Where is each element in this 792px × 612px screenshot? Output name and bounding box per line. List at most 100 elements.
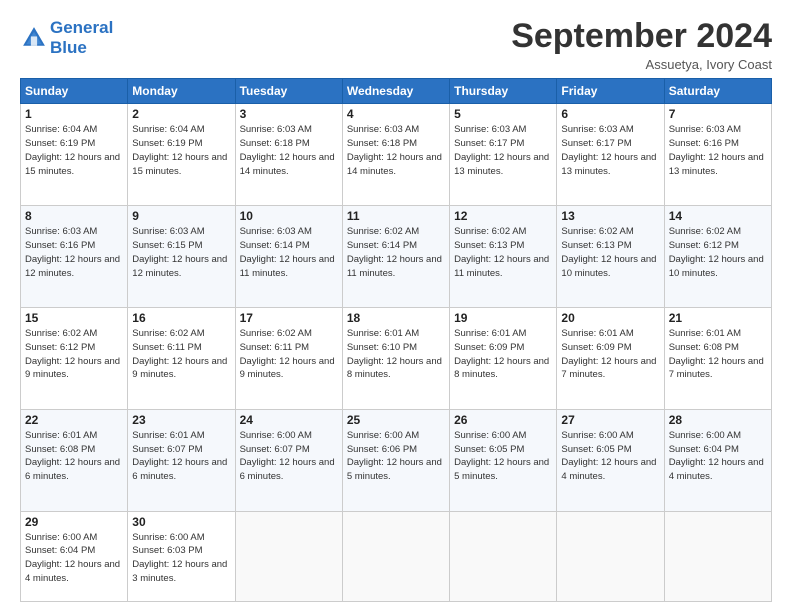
day-info: Sunrise: 6:00 AMSunset: 6:05 PMDaylight:… bbox=[561, 429, 659, 484]
day-number: 29 bbox=[25, 515, 123, 529]
col-thursday: Thursday bbox=[450, 79, 557, 104]
day-number: 21 bbox=[669, 311, 767, 325]
table-cell: 27 Sunrise: 6:00 AMSunset: 6:05 PMDayligh… bbox=[557, 409, 664, 511]
col-wednesday: Wednesday bbox=[342, 79, 449, 104]
table-cell: 28 Sunrise: 6:00 AMSunset: 6:04 PMDayligh… bbox=[664, 409, 771, 511]
day-number: 15 bbox=[25, 311, 123, 325]
day-number: 19 bbox=[454, 311, 552, 325]
day-number: 20 bbox=[561, 311, 659, 325]
day-info: Sunrise: 6:00 AMSunset: 6:04 PMDaylight:… bbox=[25, 531, 123, 586]
day-number: 14 bbox=[669, 209, 767, 223]
day-info: Sunrise: 6:03 AMSunset: 6:18 PMDaylight:… bbox=[240, 123, 338, 178]
col-tuesday: Tuesday bbox=[235, 79, 342, 104]
day-info: Sunrise: 6:02 AMSunset: 6:13 PMDaylight:… bbox=[561, 225, 659, 280]
calendar-header-row: Sunday Monday Tuesday Wednesday Thursday… bbox=[21, 79, 772, 104]
col-friday: Friday bbox=[557, 79, 664, 104]
day-number: 17 bbox=[240, 311, 338, 325]
title-area: September 2024 Assuetya, Ivory Coast bbox=[511, 18, 772, 72]
day-number: 16 bbox=[132, 311, 230, 325]
day-number: 1 bbox=[25, 107, 123, 121]
day-number: 10 bbox=[240, 209, 338, 223]
table-cell: 29 Sunrise: 6:00 AMSunset: 6:04 PMDayligh… bbox=[21, 511, 128, 601]
table-cell: 15 Sunrise: 6:02 AMSunset: 6:12 PMDayligh… bbox=[21, 308, 128, 410]
table-cell: 25 Sunrise: 6:00 AMSunset: 6:06 PMDayligh… bbox=[342, 409, 449, 511]
day-info: Sunrise: 6:02 AMSunset: 6:13 PMDaylight:… bbox=[454, 225, 552, 280]
day-number: 13 bbox=[561, 209, 659, 223]
day-number: 26 bbox=[454, 413, 552, 427]
table-cell: 19 Sunrise: 6:01 AMSunset: 6:09 PMDayligh… bbox=[450, 308, 557, 410]
col-monday: Monday bbox=[128, 79, 235, 104]
table-cell: 5 Sunrise: 6:03 AMSunset: 6:17 PMDaylight… bbox=[450, 104, 557, 206]
day-info: Sunrise: 6:03 AMSunset: 6:16 PMDaylight:… bbox=[669, 123, 767, 178]
day-number: 12 bbox=[454, 209, 552, 223]
table-cell: 17 Sunrise: 6:02 AMSunset: 6:11 PMDayligh… bbox=[235, 308, 342, 410]
table-cell: 22 Sunrise: 6:01 AMSunset: 6:08 PMDayligh… bbox=[21, 409, 128, 511]
table-cell: 6 Sunrise: 6:03 AMSunset: 6:17 PMDaylight… bbox=[557, 104, 664, 206]
day-info: Sunrise: 6:01 AMSunset: 6:09 PMDaylight:… bbox=[454, 327, 552, 382]
day-number: 27 bbox=[561, 413, 659, 427]
header: GeneralBlue September 2024 Assuetya, Ivo… bbox=[20, 18, 772, 72]
table-cell: 20Sunrise: 6:01 AMSunset: 6:09 PMDayligh… bbox=[557, 308, 664, 410]
table-cell bbox=[664, 511, 771, 601]
col-sunday: Sunday bbox=[21, 79, 128, 104]
day-info: Sunrise: 6:03 AMSunset: 6:14 PMDaylight:… bbox=[240, 225, 338, 280]
day-number: 11 bbox=[347, 209, 445, 223]
day-number: 4 bbox=[347, 107, 445, 121]
day-info: Sunrise: 6:03 AMSunset: 6:16 PMDaylight:… bbox=[25, 225, 123, 280]
table-cell bbox=[235, 511, 342, 601]
table-cell: 30 Sunrise: 6:00 AMSunset: 6:03 PMDayligh… bbox=[128, 511, 235, 601]
table-cell: 12 Sunrise: 6:02 AMSunset: 6:13 PMDayligh… bbox=[450, 206, 557, 308]
day-info: Sunrise: 6:00 AMSunset: 6:07 PMDaylight:… bbox=[240, 429, 338, 484]
day-number: 25 bbox=[347, 413, 445, 427]
day-info: Sunrise: 6:00 AMSunset: 6:04 PMDaylight:… bbox=[669, 429, 767, 484]
day-number: 23 bbox=[132, 413, 230, 427]
table-cell bbox=[557, 511, 664, 601]
table-cell: 26Sunrise: 6:00 AMSunset: 6:05 PMDayligh… bbox=[450, 409, 557, 511]
day-info: Sunrise: 6:02 AMSunset: 6:11 PMDaylight:… bbox=[240, 327, 338, 382]
day-number: 2 bbox=[132, 107, 230, 121]
day-info: Sunrise: 6:03 AMSunset: 6:17 PMDaylight:… bbox=[561, 123, 659, 178]
table-cell: 7 Sunrise: 6:03 AMSunset: 6:16 PMDaylight… bbox=[664, 104, 771, 206]
table-cell: 1 Sunrise: 6:04 AMSunset: 6:19 PMDaylight… bbox=[21, 104, 128, 206]
day-number: 6 bbox=[561, 107, 659, 121]
page: GeneralBlue September 2024 Assuetya, Ivo… bbox=[0, 0, 792, 612]
day-info: Sunrise: 6:01 AMSunset: 6:08 PMDaylight:… bbox=[25, 429, 123, 484]
day-info: Sunrise: 6:03 AMSunset: 6:17 PMDaylight:… bbox=[454, 123, 552, 178]
location: Assuetya, Ivory Coast bbox=[511, 57, 772, 72]
logo: GeneralBlue bbox=[20, 18, 113, 57]
table-cell: 14Sunrise: 6:02 AMSunset: 6:12 PMDayligh… bbox=[664, 206, 771, 308]
day-info: Sunrise: 6:01 AMSunset: 6:10 PMDaylight:… bbox=[347, 327, 445, 382]
day-info: Sunrise: 6:01 AMSunset: 6:07 PMDaylight:… bbox=[132, 429, 230, 484]
day-info: Sunrise: 6:00 AMSunset: 6:03 PMDaylight:… bbox=[132, 531, 230, 586]
month-title: September 2024 bbox=[511, 18, 772, 55]
day-info: Sunrise: 6:01 AMSunset: 6:08 PMDaylight:… bbox=[669, 327, 767, 382]
table-cell: 16Sunrise: 6:02 AMSunset: 6:11 PMDayligh… bbox=[128, 308, 235, 410]
day-number: 8 bbox=[25, 209, 123, 223]
table-cell: 10 Sunrise: 6:03 AMSunset: 6:14 PMDayligh… bbox=[235, 206, 342, 308]
day-number: 30 bbox=[132, 515, 230, 529]
table-cell: 18 Sunrise: 6:01 AMSunset: 6:10 PMDayligh… bbox=[342, 308, 449, 410]
day-info: Sunrise: 6:03 AMSunset: 6:15 PMDaylight:… bbox=[132, 225, 230, 280]
day-info: Sunrise: 6:02 AMSunset: 6:12 PMDaylight:… bbox=[25, 327, 123, 382]
table-cell: 4 Sunrise: 6:03 AMSunset: 6:18 PMDaylight… bbox=[342, 104, 449, 206]
day-number: 5 bbox=[454, 107, 552, 121]
day-info: Sunrise: 6:04 AMSunset: 6:19 PMDaylight:… bbox=[25, 123, 123, 178]
table-cell: 23 Sunrise: 6:01 AMSunset: 6:07 PMDayligh… bbox=[128, 409, 235, 511]
logo-icon bbox=[20, 24, 48, 52]
day-number: 7 bbox=[669, 107, 767, 121]
day-number: 3 bbox=[240, 107, 338, 121]
day-number: 28 bbox=[669, 413, 767, 427]
day-info: Sunrise: 6:00 AMSunset: 6:06 PMDaylight:… bbox=[347, 429, 445, 484]
day-number: 9 bbox=[132, 209, 230, 223]
day-info: Sunrise: 6:04 AMSunset: 6:19 PMDaylight:… bbox=[132, 123, 230, 178]
table-cell: 2 Sunrise: 6:04 AMSunset: 6:19 PMDaylight… bbox=[128, 104, 235, 206]
day-number: 24 bbox=[240, 413, 338, 427]
table-cell bbox=[450, 511, 557, 601]
day-info: Sunrise: 6:03 AMSunset: 6:18 PMDaylight:… bbox=[347, 123, 445, 178]
table-cell: 11 Sunrise: 6:02 AMSunset: 6:14 PMDayligh… bbox=[342, 206, 449, 308]
table-cell bbox=[342, 511, 449, 601]
table-cell: 8 Sunrise: 6:03 AMSunset: 6:16 PMDaylight… bbox=[21, 206, 128, 308]
day-number: 18 bbox=[347, 311, 445, 325]
day-info: Sunrise: 6:02 AMSunset: 6:14 PMDaylight:… bbox=[347, 225, 445, 280]
day-number: 22 bbox=[25, 413, 123, 427]
